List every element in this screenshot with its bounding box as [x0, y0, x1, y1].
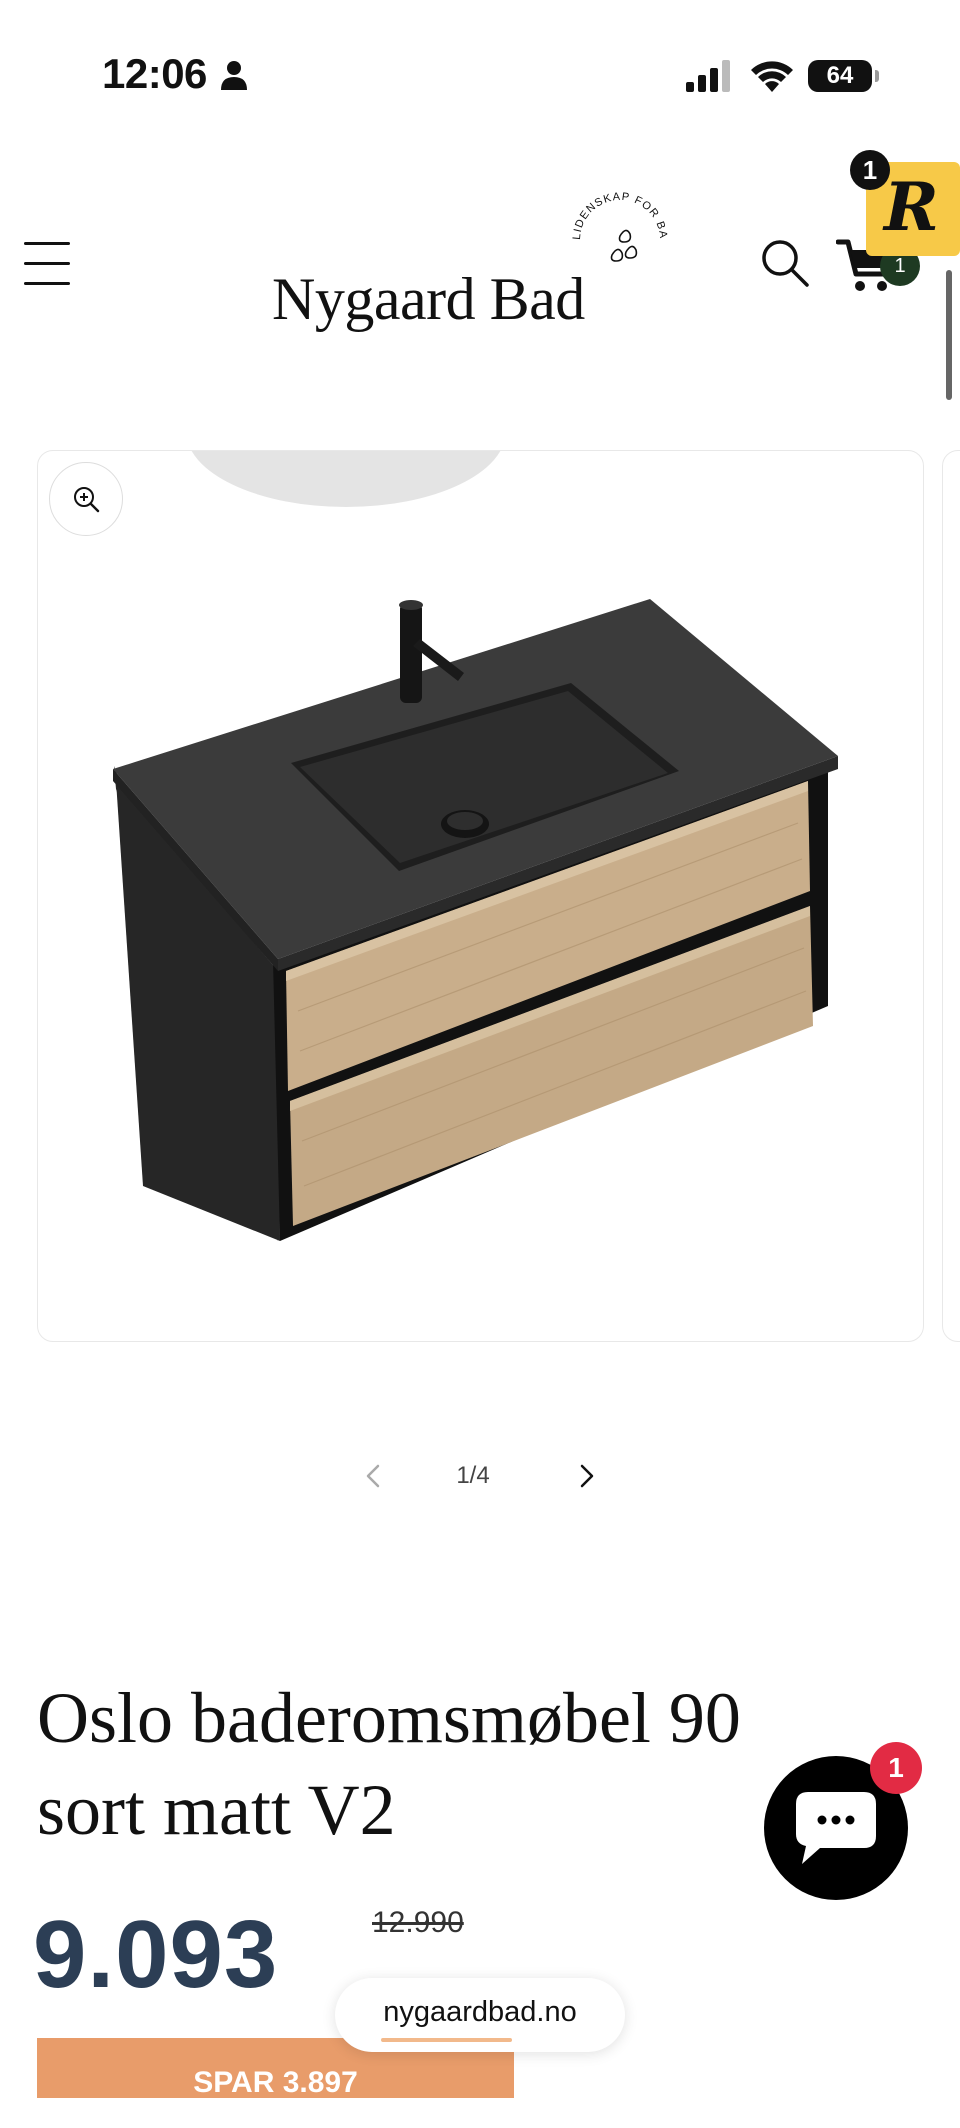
- person-icon: [221, 61, 247, 90]
- compare-price: 12.990: [372, 1906, 464, 1939]
- logo-tagline: LIDENSKAP FOR BADEROM: [560, 180, 668, 240]
- chat-unread-badge: 1: [870, 1742, 922, 1794]
- logo-text: Nygaard Bad: [272, 266, 585, 332]
- rewards-count-badge: 1: [850, 150, 890, 190]
- url-text: nygaardbad.no: [383, 1996, 577, 2028]
- logo-badge: LIDENSKAP FOR BADEROM: [560, 180, 669, 262]
- svg-text:LIDENSKAP FOR BADEROM: LIDENSKAP FOR BADEROM: [560, 180, 669, 240]
- rewards-letter: R: [884, 168, 939, 246]
- product-price: 9.093: [33, 1901, 279, 2008]
- chevron-left-icon[interactable]: [360, 1462, 388, 1490]
- zoom-button[interactable]: [49, 462, 123, 536]
- page-load-progress: [381, 2038, 512, 2042]
- product-image-card[interactable]: [37, 450, 924, 1342]
- droplets-icon: [610, 229, 638, 262]
- status-time: 12:06: [102, 50, 207, 97]
- search-icon[interactable]: [760, 238, 810, 288]
- chat-bubble-icon: [796, 1792, 876, 1864]
- next-image-card[interactable]: [942, 450, 960, 1342]
- signal-icon: [686, 60, 730, 92]
- zoom-in-icon: [74, 487, 100, 513]
- product-title: Oslo baderomsmøbel 90 sort matt V2: [37, 1678, 741, 1850]
- wifi-icon: [751, 61, 793, 92]
- page-scrollbar[interactable]: [946, 270, 952, 400]
- menu-button[interactable]: [24, 240, 72, 286]
- product-image: [113, 451, 838, 1241]
- chevron-right-icon[interactable]: [572, 1462, 600, 1490]
- browser-url-bar[interactable]: nygaardbad.no: [335, 1978, 625, 2052]
- gallery-counter: 1/4: [456, 1462, 490, 1489]
- battery-indicator: 64: [808, 60, 879, 92]
